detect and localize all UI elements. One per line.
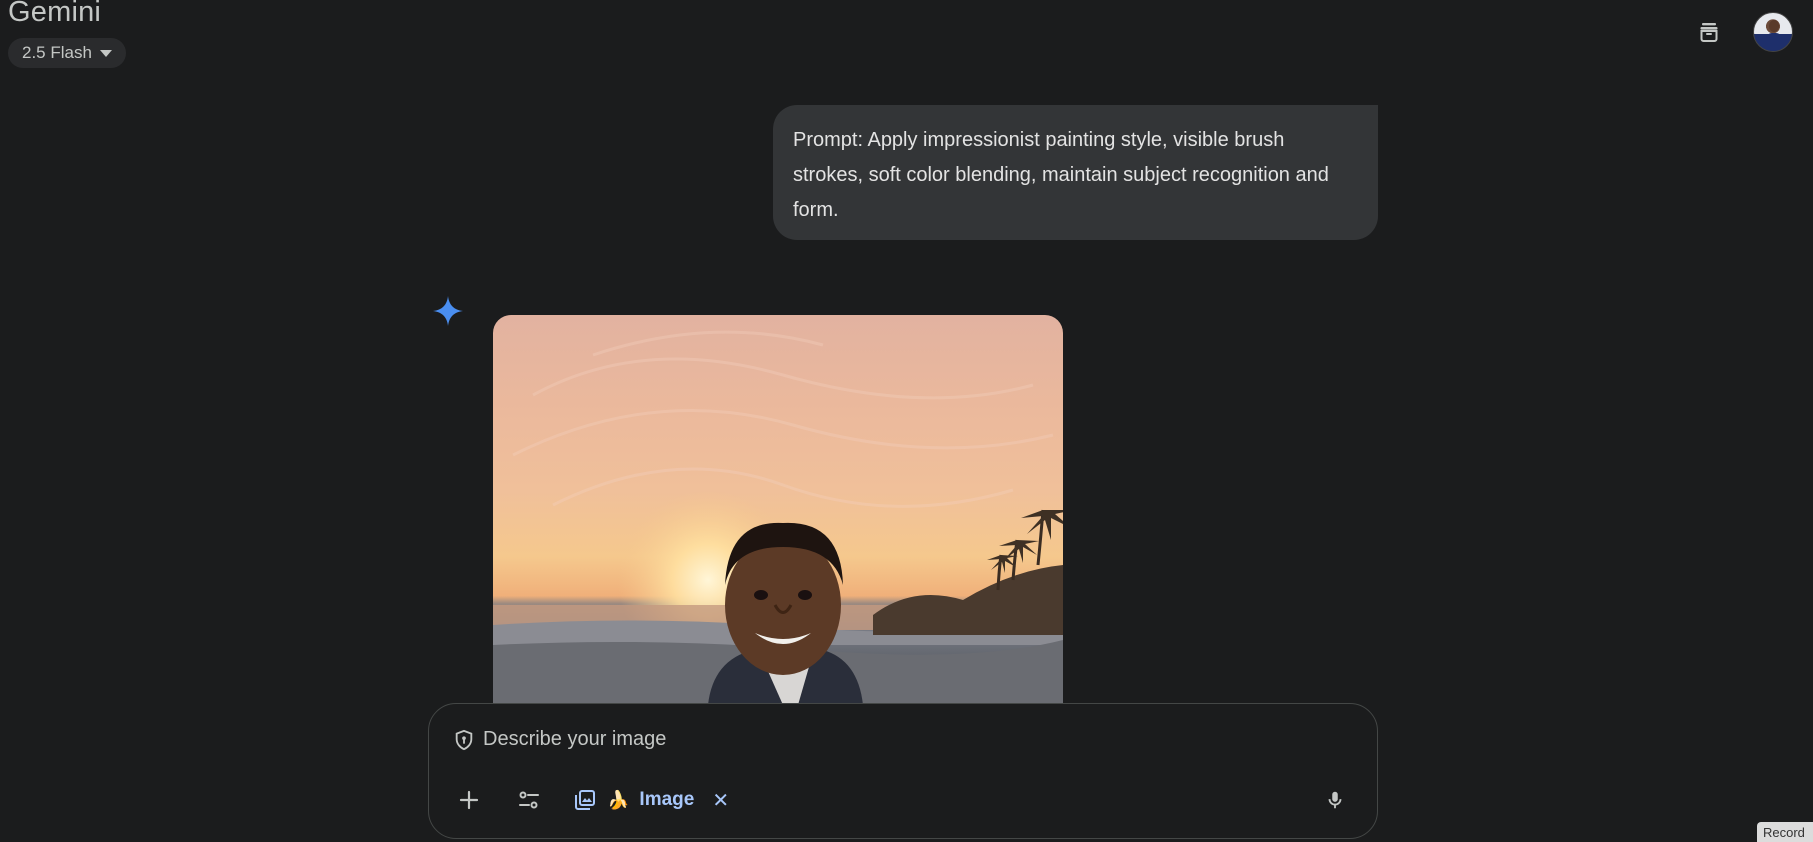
tools-button[interactable] <box>509 780 549 820</box>
image-mode-chip[interactable]: 🍌 Image ✕ <box>569 780 733 820</box>
banana-icon: 🍌 <box>607 789 630 810</box>
image-chip-label: Image <box>639 789 695 810</box>
model-label: 2.5 Flash <box>22 43 92 62</box>
prompt-input[interactable] <box>483 728 1183 751</box>
app-title: Gemini <box>8 0 102 28</box>
model-selector[interactable]: 2.5 Flash <box>8 38 126 68</box>
prompt-composer: 🍌 Image ✕ <box>428 703 1378 839</box>
microphone-button[interactable] <box>1315 780 1355 820</box>
user-prompt-bubble: Prompt: Apply impressionist painting sty… <box>773 105 1378 240</box>
composer-tools: 🍌 Image ✕ <box>449 780 733 820</box>
generated-image[interactable] <box>493 315 1063 705</box>
tune-icon <box>519 791 539 809</box>
gemini-app: Gemini 2.5 Flash Prompt: Apply impressio… <box>0 0 1813 842</box>
gemini-spark-icon <box>433 296 463 326</box>
image-gallery-icon <box>575 790 595 810</box>
plus-icon <box>459 790 479 810</box>
record-label[interactable]: Record <box>1757 822 1813 842</box>
caret-down-icon <box>99 49 112 57</box>
add-button[interactable] <box>449 780 489 820</box>
composer-input-row <box>453 728 1183 751</box>
archive-button[interactable] <box>1689 12 1729 52</box>
shield-icon <box>455 729 473 750</box>
header-actions <box>1689 12 1793 52</box>
microphone-icon <box>1328 791 1342 809</box>
avatar[interactable] <box>1753 12 1793 52</box>
archive-icon <box>1700 23 1718 42</box>
close-icon[interactable]: ✕ <box>712 788 729 813</box>
impressionist-portrait-painting <box>493 330 1063 705</box>
